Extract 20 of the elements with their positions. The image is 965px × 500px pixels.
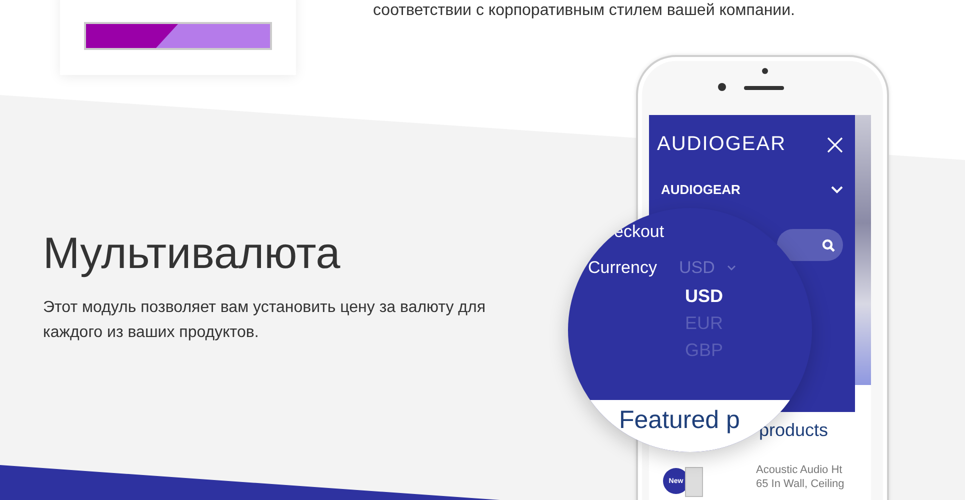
search-icon <box>822 238 835 252</box>
phone-sensor <box>762 68 768 74</box>
currency-label: Currency <box>588 258 657 278</box>
section-description: Этот модуль позволяет вам установить цену за валюту для каждого из ваших продуктов. <box>43 298 486 343</box>
menu-dropdown[interactable]: AUDIOGEAR <box>661 182 740 197</box>
chevron-down-icon <box>726 265 736 271</box>
product-name[interactable]: Acoustic Audio Ht 65 In Wall, Ceiling <box>756 463 844 491</box>
chevron-down-icon <box>831 186 843 194</box>
featured-heading: Featured p <box>619 406 740 435</box>
phone-speaker <box>744 86 784 90</box>
currency-option[interactable]: USD <box>685 286 724 307</box>
product-image <box>685 467 703 497</box>
currency-select[interactable]: USD <box>678 258 736 278</box>
section-title: Мультивалюта <box>43 228 342 280</box>
close-icon[interactable] <box>827 136 843 152</box>
intro-text: соответствии с корпоративным стилем вашей компании. <box>373 2 795 20</box>
phone-camera <box>718 83 726 91</box>
featured-heading: products <box>759 420 830 441</box>
logo-text: AUDIOGEAR <box>657 133 786 156</box>
search-field[interactable] <box>777 229 843 261</box>
